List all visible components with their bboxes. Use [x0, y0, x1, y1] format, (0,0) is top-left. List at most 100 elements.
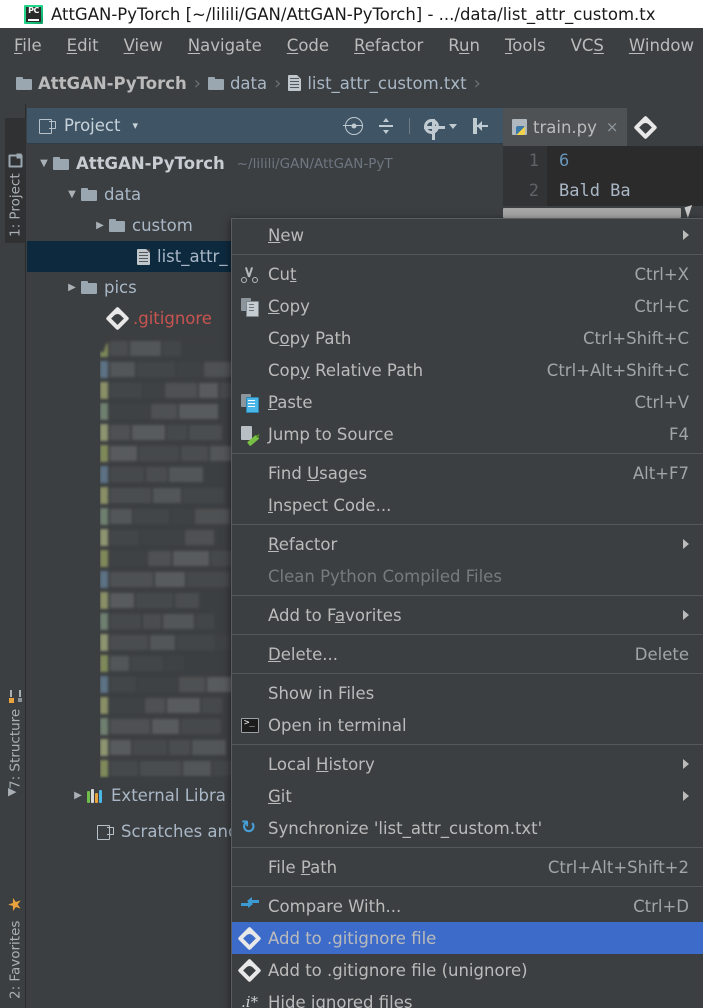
tab-train-py[interactable]: train.py × [503, 108, 629, 146]
menu-item-file-path[interactable]: File Path Ctrl+Alt+Shift+2 [232, 851, 703, 883]
menu-item-icon: .i* [241, 993, 268, 1008]
tree-row-label: .gitignore [133, 309, 212, 328]
settings-gear-icon[interactable] [424, 118, 445, 140]
menu-item-compare-with[interactable]: Compare With... Ctrl+D [232, 890, 703, 922]
tree-row-attgan-pytorch[interactable]: ▼ AttGAN-PyTorch ~/lilili/GAN/AttGAN-PyT [27, 148, 503, 179]
menu-item-copy[interactable]: Copy Ctrl+C [232, 290, 703, 322]
menu-item-find-usages[interactable]: Find Usages Alt+F7 [232, 457, 703, 489]
cut-icon [241, 266, 258, 283]
menu-refactor[interactable]: Refactor [354, 36, 423, 55]
jump-to-source-icon [241, 425, 260, 446]
menu-item-clean-python-compiled-files: Clean Python Compiled Files [232, 560, 703, 592]
tree-row-data[interactable]: ▼ data [27, 179, 503, 210]
sidebar-label: 2: Favorites [7, 920, 24, 999]
python-file-icon [512, 119, 527, 135]
chevron-down-icon[interactable] [449, 123, 457, 129]
star-icon: ★ [5, 894, 26, 915]
menu-item-new[interactable]: New [232, 219, 703, 251]
breadcrumb-separator: › [274, 72, 282, 94]
text-file-icon [288, 75, 302, 91]
menu-item-hide-ignored-files[interactable]: .i* Hide ignored files [232, 986, 703, 1008]
breadcrumb-separator: › [473, 72, 481, 94]
submenu-arrow-icon [683, 791, 689, 801]
menu-item-label: Clean Python Compiled Files [268, 566, 502, 586]
sync-icon: ↻ [241, 817, 257, 838]
breadcrumb-item-file[interactable]: list_attr_custom.txt [288, 74, 467, 93]
folder-icon [207, 76, 224, 90]
menu-view[interactable]: View [124, 36, 163, 55]
code-line: Bald Ba [559, 181, 631, 201]
scrollbar-thumb[interactable] [503, 208, 681, 218]
collapse-all-icon[interactable] [377, 117, 395, 135]
menu-item-cut[interactable]: Cut Ctrl+X [232, 258, 703, 290]
project-window-icon [39, 118, 56, 134]
menu-item-inspect-code[interactable]: Inspect Code... [232, 489, 703, 521]
menu-item-shortcut: Ctrl+X [634, 264, 690, 284]
menu-code[interactable]: Code [287, 36, 329, 55]
sidebar-item-structure[interactable]: 7: Structure [5, 640, 26, 795]
menu-item-label: Delete... [268, 644, 338, 664]
close-icon[interactable]: × [606, 118, 619, 136]
menu-item-copy-relative-path[interactable]: Copy Relative Path Ctrl+Alt+Shift+C [232, 354, 703, 386]
sidebar-item-project[interactable]: 1: Project [5, 118, 26, 243]
menu-item-open-in-terminal[interactable]: Open in terminal [232, 709, 703, 741]
menu-item-synchronize[interactable]: ↻ Synchronize 'list_attr_custom.txt' [232, 812, 703, 844]
line-number: 1 [528, 151, 539, 171]
menu-navigate[interactable]: Navigate [188, 36, 262, 55]
editor-tab-bar: train.py × [503, 108, 703, 146]
sidebar-item-favorites[interactable]: 2: Favorites ★ [5, 855, 26, 1005]
chevron-down-icon[interactable]: ▾ [132, 119, 138, 132]
menu-item-label: Inspect Code... [268, 495, 392, 515]
hide-panel-icon[interactable] [471, 117, 489, 135]
folder-icon [16, 76, 32, 90]
menu-run[interactable]: Run [448, 36, 480, 55]
menu-item-label: Local History [268, 754, 375, 774]
menu-item-label: Add to .gitignore file (unignore) [268, 960, 528, 980]
menu-item-label: Refactor [268, 534, 338, 554]
chevron-right-icon[interactable]: ▶ [69, 790, 87, 801]
tab-gitignore[interactable] [628, 108, 664, 146]
menu-separator [232, 524, 703, 525]
menu-item-label: Copy Path [268, 328, 352, 348]
git-icon [237, 925, 262, 951]
menu-item-delete[interactable]: Delete... Delete [232, 638, 703, 670]
menu-separator [232, 634, 703, 635]
git-icon [105, 306, 130, 331]
breadcrumb-item-data[interactable]: data [207, 74, 267, 93]
breadcrumb-item-project[interactable]: AttGAN-PyTorch [16, 74, 187, 93]
toolbar-divider [409, 118, 410, 134]
menu-item-icon [241, 393, 268, 413]
chevron-down-icon[interactable]: ▼ [63, 189, 81, 200]
menu-item-paste[interactable]: Paste Ctrl+V [232, 386, 703, 418]
menu-file[interactable]: File [14, 36, 42, 55]
editor-code[interactable]: 6 Bald Ba [547, 146, 703, 206]
locate-icon[interactable] [343, 117, 363, 135]
pycharm-window: PC AttGAN-PyTorch [~/lilili/GAN/AttGAN-P… [0, 0, 703, 1008]
menu-vcs[interactable]: VCS [571, 36, 604, 55]
menu-item-shortcut: Ctrl+Alt+Shift+2 [547, 857, 689, 877]
structure-icon [9, 689, 22, 703]
chevron-right-icon[interactable]: ▶ [63, 282, 81, 293]
menu-tools[interactable]: Tools [505, 36, 546, 55]
menu-item-add-to-gitignore-unignore[interactable]: Add to .gitignore file (unignore) [232, 954, 703, 986]
terminal-icon [241, 717, 259, 733]
blurred-tree-rows [100, 338, 235, 778]
menu-item-local-history[interactable]: Local History [232, 748, 703, 780]
menu-item-label: Open in terminal [268, 715, 407, 735]
menu-edit[interactable]: Edit [67, 36, 99, 55]
menu-item-show-in-files[interactable]: Show in Files [232, 677, 703, 709]
chevron-down-icon[interactable]: ▼ [35, 158, 53, 169]
menu-item-add-to-gitignore[interactable]: Add to .gitignore file [232, 922, 703, 954]
title-bar: PC AttGAN-PyTorch [~/lilili/GAN/AttGAN-P… [0, 0, 703, 28]
menu-item-refactor[interactable]: Refactor [232, 528, 703, 560]
menu-item-git[interactable]: Git [232, 780, 703, 812]
menu-separator [232, 744, 703, 745]
chevron-right-icon[interactable]: ▶ [91, 220, 109, 231]
menu-item-copy-path[interactable]: Copy Path Ctrl+Shift+C [232, 322, 703, 354]
menu-window[interactable]: Window [629, 36, 694, 55]
git-icon [633, 114, 658, 140]
menu-item-jump-to-source[interactable]: Jump to Source F4 [232, 418, 703, 450]
menu-item-shortcut: Ctrl+D [633, 896, 689, 916]
menu-item-add-to-favorites[interactable]: Add to Favorites [232, 599, 703, 631]
compare-icon [241, 897, 259, 914]
